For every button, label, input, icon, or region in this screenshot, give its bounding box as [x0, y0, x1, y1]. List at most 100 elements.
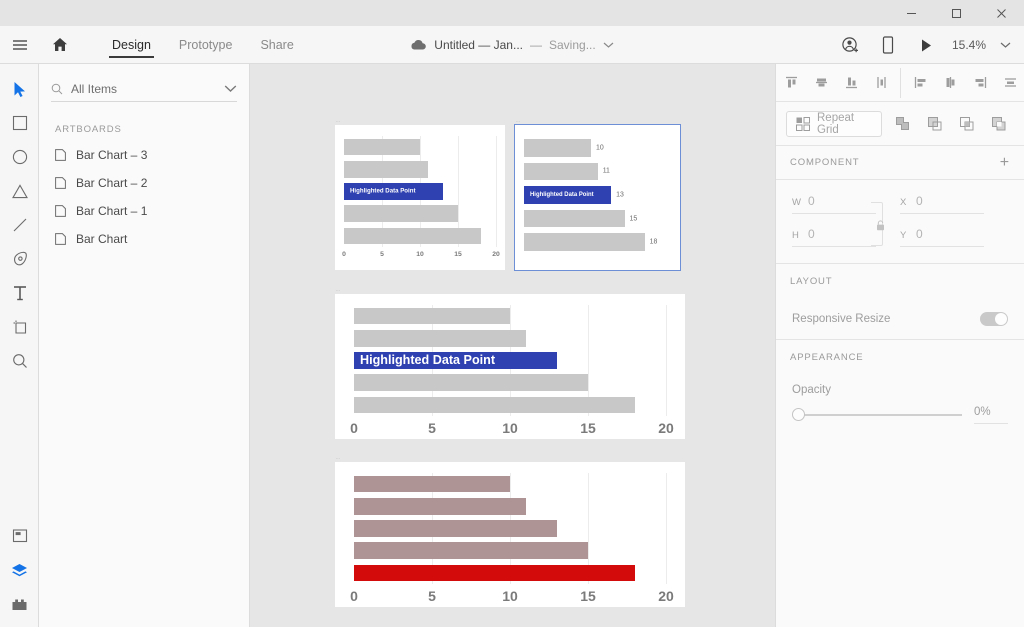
chart-bar[interactable]: [354, 520, 557, 537]
repeat-grid-icon: [796, 116, 810, 131]
align-horizontal-center-icon[interactable]: [935, 68, 965, 98]
zoom-level-value[interactable]: 15.4%: [946, 38, 990, 52]
chevron-down-icon[interactable]: [224, 84, 237, 93]
chart-bar[interactable]: [524, 162, 598, 181]
document-title[interactable]: Untitled — Jan...: [434, 38, 523, 52]
field-underline: [974, 423, 1008, 424]
artboard-bar-chart[interactable]: 0 5 10 15 20: [335, 462, 685, 607]
chart-bar[interactable]: [524, 233, 645, 251]
align-vertical-center-icon[interactable]: [806, 68, 836, 98]
sidebar-item-bar-chart-3[interactable]: Bar Chart – 3: [39, 141, 249, 169]
appearance-section-header: APPEARANCE: [776, 340, 1024, 374]
chevron-down-icon[interactable]: [603, 41, 614, 49]
width-field[interactable]: W 0: [792, 194, 876, 214]
ellipse-tool[interactable]: [0, 140, 39, 174]
y-key: Y: [900, 230, 907, 241]
artboard-name-label[interactable]: ...: [336, 454, 685, 462]
exclude-overlap-icon[interactable]: [984, 109, 1014, 139]
add-component-button[interactable]: +: [1000, 154, 1010, 171]
line-tool[interactable]: [0, 208, 39, 242]
layers-icon[interactable]: [0, 553, 39, 587]
window-close-button[interactable]: [979, 0, 1024, 26]
artboard-name-label[interactable]: ...: [336, 117, 505, 125]
align-top-icon[interactable]: [776, 68, 806, 98]
chart-bar[interactable]: [354, 307, 510, 325]
repeat-grid-button[interactable]: Repeat Grid: [786, 110, 882, 137]
text-tool[interactable]: [0, 276, 39, 310]
mobile-device-icon[interactable]: [870, 26, 906, 64]
artboard-bar-chart-3[interactable]: Highlighted Data Point 0 5 10 15 20: [335, 125, 505, 270]
artboard-name-label[interactable]: ...: [336, 286, 685, 294]
distribute-horizontal-icon[interactable]: [995, 68, 1024, 98]
add-shape-icon[interactable]: [888, 109, 918, 139]
chart-bar[interactable]: [344, 227, 481, 245]
artboard-name-label[interactable]: ...: [516, 117, 680, 125]
height-key: H: [792, 230, 799, 241]
search-input[interactable]: All Items: [71, 82, 216, 96]
chart-bar-highlighted[interactable]: [354, 564, 635, 582]
select-tool[interactable]: [0, 72, 39, 106]
tab-design[interactable]: Design: [98, 26, 165, 64]
y-field[interactable]: Y 0: [900, 227, 984, 247]
chart-bar[interactable]: [524, 139, 591, 157]
slider-knob[interactable]: [792, 408, 805, 421]
align-left-icon[interactable]: [905, 68, 935, 98]
chart-bar[interactable]: [354, 396, 635, 414]
home-icon[interactable]: [40, 26, 80, 64]
subtract-shape-icon[interactable]: [920, 109, 950, 139]
polygon-tool[interactable]: [0, 174, 39, 208]
window-maximize-button[interactable]: [934, 0, 979, 26]
artboard-tool[interactable]: [0, 310, 39, 344]
align-bottom-icon[interactable]: [836, 68, 866, 98]
magnifier-icon[interactable]: [0, 344, 39, 378]
chart-bar[interactable]: [354, 498, 526, 515]
hamburger-menu-button[interactable]: [0, 26, 40, 64]
chart-x-tick-label: 10: [502, 588, 518, 604]
chart-bar[interactable]: [524, 209, 625, 228]
x-field[interactable]: X 0: [900, 194, 984, 214]
properties-panel: Repeat Grid COMPONENT + W 0 X 0 H 0 Y 0 …: [775, 64, 1024, 627]
chart-bar[interactable]: [344, 138, 420, 156]
artboard-bar-chart-1[interactable]: Highlighted Data Point 0 5 10 15 20: [335, 294, 685, 439]
boolean-operations-group: [888, 109, 1014, 139]
height-value[interactable]: 0: [808, 227, 815, 241]
chart-bar[interactable]: [344, 161, 428, 178]
sidebar-item-bar-chart-2[interactable]: Bar Chart – 2: [39, 169, 249, 197]
chart-bar-highlighted[interactable]: Highlighted Data Point: [524, 186, 612, 204]
x-value[interactable]: 0: [916, 194, 923, 208]
play-icon[interactable]: [908, 26, 944, 64]
artboard-wrapper: ... 0 5 10 15 20: [335, 454, 685, 607]
tab-prototype[interactable]: Prototype: [165, 26, 247, 64]
artboard-bar-chart-2[interactable]: 10 11 Highlighted Data Point 13 15 18: [514, 124, 681, 271]
chart-value-label: 15: [629, 215, 638, 223]
distribute-vertical-icon[interactable]: [866, 68, 896, 98]
chart-bar[interactable]: [354, 542, 588, 559]
chart-bar-highlighted[interactable]: Highlighted Data Point: [354, 352, 557, 369]
pen-tool[interactable]: [0, 242, 39, 276]
chart-bar[interactable]: [354, 330, 526, 347]
sidebar-item-bar-chart[interactable]: Bar Chart: [39, 225, 249, 253]
chart-bar-highlighted[interactable]: Highlighted Data Point: [344, 183, 443, 200]
invite-user-icon[interactable]: [832, 26, 868, 64]
height-field[interactable]: H 0: [792, 227, 876, 247]
responsive-resize-toggle[interactable]: [980, 311, 1008, 326]
layer-search-row[interactable]: All Items: [51, 76, 237, 102]
window-minimize-button[interactable]: [889, 0, 934, 26]
lock-icon[interactable]: [876, 218, 885, 236]
intersect-shape-icon[interactable]: [952, 109, 982, 139]
chart-bar[interactable]: [354, 475, 510, 493]
assets-icon[interactable]: [0, 519, 39, 553]
zoom-chevron-down-icon[interactable]: [992, 26, 1018, 64]
opacity-slider[interactable]: [792, 408, 962, 422]
plugin-icon[interactable]: [0, 587, 39, 621]
chart-bar[interactable]: [354, 374, 588, 391]
align-right-icon[interactable]: [965, 68, 995, 98]
sidebar-item-bar-chart-1[interactable]: Bar Chart – 1: [39, 197, 249, 225]
tab-share[interactable]: Share: [246, 26, 307, 64]
chart-bar[interactable]: [344, 205, 458, 222]
design-canvas[interactable]: ... Highlighted Data Point 0 5 10 15 20... 10 11…: [250, 64, 775, 627]
y-value[interactable]: 0: [916, 227, 923, 241]
opacity-value[interactable]: 0%: [974, 406, 1008, 418]
rectangle-tool[interactable]: [0, 106, 39, 140]
width-value[interactable]: 0: [808, 194, 815, 208]
